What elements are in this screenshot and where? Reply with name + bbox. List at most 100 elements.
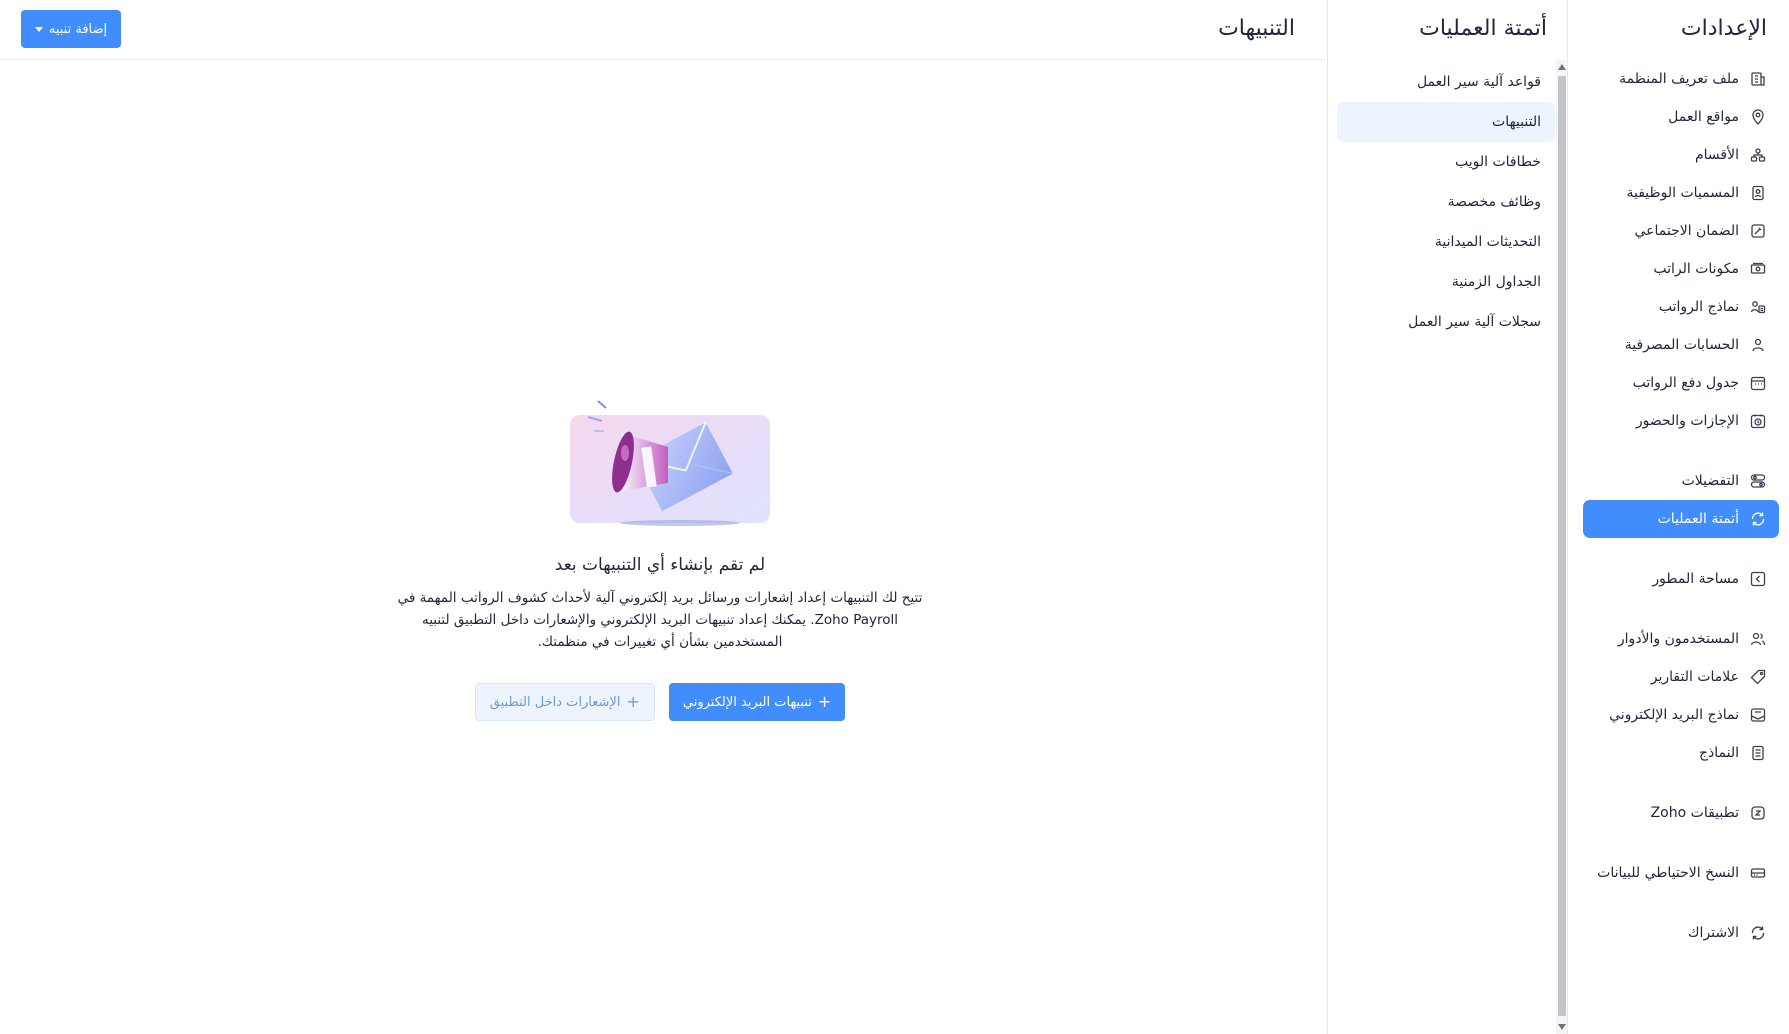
sidebar-item-label: النماذج <box>1698 745 1739 761</box>
in-app-notifications-label: الإشعارات داخل التطبيق <box>489 694 621 710</box>
sidebar-item-label: التفضيلات <box>1681 473 1739 489</box>
sidebar-item-developer-space[interactable]: مساحة المطور <box>1583 560 1779 598</box>
automation-panel: أتمتة العمليات قواعد آلية سير العمل التن… <box>1327 0 1567 1034</box>
main-content: التنبيهات إضافة تنبيه لم تقم بإنشاء أي ا… <box>0 0 1325 1034</box>
scroll-thumb[interactable] <box>1558 76 1566 1016</box>
email-alerts-button[interactable]: + تنبيهات البريد الإلكتروني <box>668 683 846 721</box>
sidebar-item-label: جدول دفع الرواتب <box>1632 375 1739 391</box>
id-badge-icon <box>1749 184 1767 202</box>
sidebar-item-designations[interactable]: المسميات الوظيفية <box>1583 174 1779 212</box>
empty-state-description: تتيح لك التنبيهات إعداد إشعارات ورسائل ب… <box>397 590 923 650</box>
mail-template-icon <box>1749 706 1767 724</box>
settings-sidebar: الإعدادات ملف تعريف المنظمة مواقع العمل … <box>1567 0 1789 1034</box>
sidebar-item-email-templates[interactable]: نماذج البريد الإلكتروني <box>1583 696 1779 734</box>
zoho-apps-icon <box>1749 804 1767 822</box>
sidebar-item-zoho-apps[interactable]: تطبيقات Zoho <box>1583 794 1779 832</box>
calendar-clock-icon <box>1749 412 1767 430</box>
sidebar-item-label: مكونات الراتب <box>1653 261 1739 277</box>
sidebar-item-label: أتمتة العمليات <box>1657 511 1739 527</box>
settings-title: الإعدادات <box>1680 16 1767 41</box>
backup-icon <box>1749 864 1767 882</box>
automation-item-alerts[interactable]: التنبيهات <box>1337 102 1555 142</box>
tag-icon <box>1749 668 1767 686</box>
org-chart-icon <box>1749 146 1767 164</box>
sidebar-item-label: الضمان الاجتماعي <box>1634 223 1739 239</box>
sidebar-item-label: الاشتراك <box>1688 925 1739 941</box>
add-alert-label: إضافة تنبيه <box>48 21 108 37</box>
preferences-icon <box>1749 472 1767 490</box>
automation-item-schedules[interactable]: الجداول الزمنية <box>1337 262 1555 302</box>
automation-item-label: قواعد آلية سير العمل <box>1416 74 1541 90</box>
sidebar-item-label: النسخ الاحتياطي للبيانات <box>1597 865 1739 881</box>
shield-tool-icon <box>1749 222 1767 240</box>
add-alert-button[interactable]: إضافة تنبيه <box>21 10 121 48</box>
scroll-down-arrow-icon[interactable] <box>1558 1024 1566 1030</box>
plus-icon: + <box>817 692 832 711</box>
users-icon <box>1749 630 1767 648</box>
sidebar-item-salary-components[interactable]: مكونات الراتب <box>1583 250 1779 288</box>
automation-item-custom-functions[interactable]: وظائف مخصصة <box>1337 182 1555 222</box>
sidebar-item-leave-attendance[interactable]: الإجازات والحضور <box>1583 402 1779 440</box>
empty-state-actions: + تنبيهات البريد الإلكتروني + الإشعارات … <box>380 683 940 721</box>
sidebar-item-salary-templates[interactable]: نماذج الرواتب <box>1583 288 1779 326</box>
empty-state: لم تقم بإنشاء أي التنبيهات بعد تتيح لك ا… <box>380 395 940 721</box>
sidebar-item-label: مساحة المطور <box>1652 571 1739 587</box>
sidebar-item-label: الإجازات والحضور <box>1635 413 1739 429</box>
sidebar-item-work-locations[interactable]: مواقع العمل <box>1583 98 1779 136</box>
scroll-up-arrow-icon[interactable] <box>1558 64 1566 70</box>
calendar-icon <box>1749 374 1767 392</box>
building-icon <box>1749 70 1767 88</box>
sidebar-item-label: نماذج الرواتب <box>1658 299 1739 315</box>
in-app-notifications-button[interactable]: + الإشعارات داخل التطبيق <box>474 683 655 721</box>
automation-item-workflow-rules[interactable]: قواعد آلية سير العمل <box>1337 62 1555 102</box>
money-icon <box>1749 260 1767 278</box>
sidebar-item-label: المستخدمون والأدوار <box>1617 631 1739 647</box>
sidebar-item-bank-accounts[interactable]: الحسابات المصرفية <box>1583 326 1779 364</box>
sidebar-item-label: نماذج البريد الإلكتروني <box>1609 707 1739 723</box>
sidebar-item-templates[interactable]: النماذج <box>1583 734 1779 772</box>
sidebar-item-preferences[interactable]: التفضيلات <box>1583 462 1779 500</box>
automation-item-workflow-logs[interactable]: سجلات آلية سير العمل <box>1337 302 1555 342</box>
sidebar-item-subscription[interactable]: الاشتراك <box>1583 914 1779 952</box>
sidebar-item-label: المسميات الوظيفية <box>1626 185 1739 201</box>
sidebar-item-label: مواقع العمل <box>1668 109 1739 125</box>
automation-item-label: التحديثات الميدانية <box>1434 234 1541 250</box>
automation-menu: قواعد آلية سير العمل التنبيهات خطافات ال… <box>1337 62 1555 342</box>
sidebar-item-label: الأقسام <box>1695 147 1739 163</box>
settings-menu: ملف تعريف المنظمة مواقع العمل الأقسام ال… <box>1583 60 1779 952</box>
sidebar-item-label: ملف تعريف المنظمة <box>1619 71 1739 87</box>
automation-item-label: خطافات الويب <box>1454 154 1541 170</box>
code-icon <box>1749 570 1767 588</box>
sidebar-item-departments[interactable]: الأقسام <box>1583 136 1779 174</box>
sidebar-item-organization-profile[interactable]: ملف تعريف المنظمة <box>1583 60 1779 98</box>
sidebar-item-reporting-tags[interactable]: علامات التقارير <box>1583 658 1779 696</box>
sidebar-item-label: علامات التقارير <box>1650 669 1739 685</box>
automation-item-label: التنبيهات <box>1492 114 1541 130</box>
document-icon <box>1749 744 1767 762</box>
sidebar-item-label: الحسابات المصرفية <box>1624 337 1739 353</box>
automation-item-label: وظائف مخصصة <box>1447 194 1541 210</box>
plus-icon: + <box>626 692 640 711</box>
user-bank-icon <box>1749 336 1767 354</box>
location-pin-icon <box>1749 108 1767 126</box>
empty-state-title: لم تقم بإنشاء أي التنبيهات بعد <box>554 555 766 575</box>
user-list-icon <box>1749 298 1767 316</box>
sidebar-item-data-backup[interactable]: النسخ الاحتياطي للبيانات <box>1583 854 1779 892</box>
automation-item-field-updates[interactable]: التحديثات الميدانية <box>1337 222 1555 262</box>
email-alerts-label: تنبيهات البريد الإلكتروني <box>682 694 812 710</box>
sidebar-item-pay-schedule[interactable]: جدول دفع الرواتب <box>1583 364 1779 402</box>
subscription-icon <box>1749 924 1767 942</box>
automation-item-webhooks[interactable]: خطافات الويب <box>1337 142 1555 182</box>
automation-icon <box>1749 510 1767 528</box>
sidebar-item-automation[interactable]: أتمتة العمليات <box>1583 500 1779 538</box>
automation-item-label: سجلات آلية سير العمل <box>1408 314 1541 330</box>
sidebar-item-users-roles[interactable]: المستخدمون والأدوار <box>1583 620 1779 658</box>
automation-item-label: الجداول الزمنية <box>1451 274 1541 290</box>
megaphone-envelope-illustration <box>550 395 770 530</box>
sidebar-item-statutory[interactable]: الضمان الاجتماعي <box>1583 212 1779 250</box>
